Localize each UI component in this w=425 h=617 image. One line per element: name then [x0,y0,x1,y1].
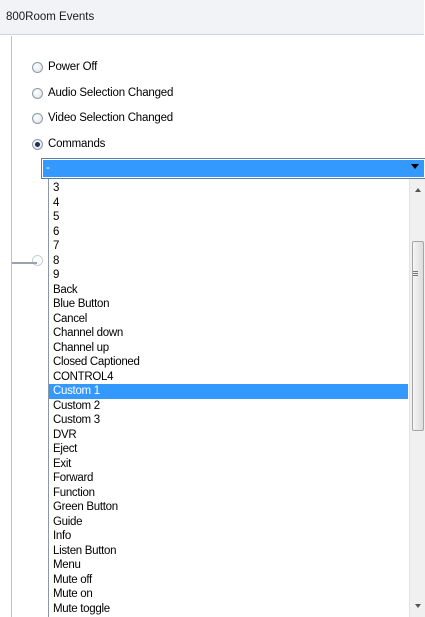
commands-dropdown-list[interactable]: 3 4 5 6 7 8 9 Back Blue Button Cancel Channel down… [48,179,425,617]
window-title: 800Room Events [6,11,95,23]
dropdown-item[interactable]: Menu [49,558,408,573]
radio-label: Commands [48,138,106,150]
commands-combobox[interactable]: - [41,158,425,179]
scrollbar-grip-icon [413,271,418,272]
dropdown-item[interactable]: Forward [49,471,408,486]
radio-button-checked-icon[interactable] [32,138,43,150]
dropdown-item[interactable]: Custom 1 [49,384,408,399]
dropdown-item[interactable]: Listen Button [49,544,408,559]
dropdown-item[interactable]: Guide [49,515,408,530]
dropdown-item[interactable]: Closed Captioned [49,355,408,370]
dropdown-item[interactable]: Mute on [49,587,408,602]
dropdown-item[interactable]: DVR [49,428,408,443]
scrollbar-thumb[interactable] [412,241,424,431]
combobox-value: - [43,160,424,177]
radio-label: Audio Selection Changed [48,87,174,99]
radio-button-icon[interactable] [32,87,43,99]
radio-button-icon[interactable] [32,61,43,73]
dropdown-item[interactable]: Channel up [49,341,408,356]
scroll-up-arrow-icon[interactable] [415,188,421,192]
dropdown-item[interactable]: 7 [49,239,408,254]
dropdown-item[interactable]: Green Button [49,500,408,515]
dropdown-item[interactable]: 8 [49,254,408,269]
dropdown-item[interactable]: 9 [49,268,408,283]
radio-commands[interactable]: Commands [32,136,105,152]
chevron-down-icon[interactable] [411,164,419,169]
dropdown-item[interactable]: Blue Button [49,297,408,312]
radio-label: Power Off [48,61,98,73]
dropdown-item[interactable]: Function [49,486,408,501]
radio-power-off[interactable]: Power Off [32,59,97,75]
window-titlebar: 800Room Events [0,0,424,35]
dropdown-item[interactable]: Info [49,529,408,544]
hidden-divider [12,262,37,264]
dropdown-item[interactable]: Mute toggle [49,602,408,617]
vertical-scrollbar[interactable] [409,179,425,617]
dropdown-item[interactable]: 3 [49,181,408,196]
dropdown-item[interactable]: Custom 3 [49,413,408,428]
dropdown-items: 3 4 5 6 7 8 9 Back Blue Button Cancel Channel down… [49,181,408,616]
panel-border [11,36,12,617]
radio-label: Video Selection Changed [48,112,173,124]
dropdown-item[interactable]: Exit [49,457,408,472]
dropdown-item[interactable]: 4 [49,196,408,211]
dropdown-item[interactable]: Back [49,283,408,298]
dropdown-item[interactable]: 6 [49,225,408,240]
radio-video-selection-changed[interactable]: Video Selection Changed [32,110,173,126]
hidden-radio-icon [32,255,43,266]
dropdown-item[interactable]: Eject [49,442,408,457]
radio-button-icon[interactable] [32,112,43,124]
dropdown-item[interactable]: Cancel [49,312,408,327]
dropdown-item[interactable]: CONTROL4 [49,370,408,385]
dropdown-item[interactable]: Channel down [49,326,408,341]
scroll-down-arrow-icon[interactable] [415,604,421,608]
radio-audio-selection-changed[interactable]: Audio Selection Changed [32,85,173,101]
dropdown-item[interactable]: Custom 2 [49,399,408,414]
dropdown-item[interactable]: Mute off [49,573,408,588]
dropdown-item[interactable]: 5 [49,210,408,225]
